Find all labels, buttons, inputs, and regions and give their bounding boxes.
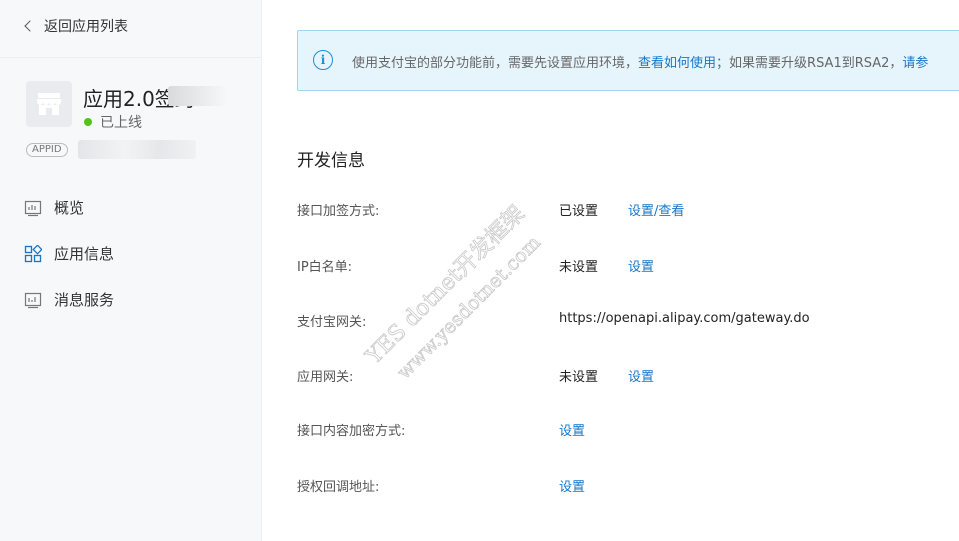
auth-callback-setup-link[interactable]: 设置 bbox=[559, 476, 585, 495]
row-label-app-gateway: 应用网关: bbox=[297, 370, 354, 385]
nav-label: 概览 bbox=[54, 199, 85, 217]
upgrade-rsa-link[interactable]: 请参 bbox=[902, 56, 928, 71]
sign-method-setup-link[interactable]: 设置/查看 bbox=[628, 200, 684, 219]
notice-text: 使用支付宝的部分功能前，需要先设置应用环境，查看如何使用；如果需要升级RSA1到… bbox=[352, 52, 928, 71]
nav-item-overview[interactable]: 概览 bbox=[24, 197, 84, 218]
notice-banner: i 使用支付宝的部分功能前，需要先设置应用环境，查看如何使用；如果需要升级RSA… bbox=[297, 30, 959, 91]
nav-label: 应用信息 bbox=[54, 245, 115, 263]
nav-item-message-service[interactable]: 消息服务 bbox=[24, 289, 114, 310]
row-label-ip-whitelist: IP白名单: bbox=[297, 260, 353, 275]
grid-icon bbox=[24, 244, 42, 262]
nav-label: 消息服务 bbox=[54, 291, 115, 309]
store-icon bbox=[26, 81, 72, 127]
app-gateway-setup-link[interactable]: 设置 bbox=[628, 366, 654, 385]
redacted-appid bbox=[78, 140, 196, 159]
row-label-auth-callback: 授权回调地址: bbox=[297, 480, 380, 495]
notice-text-middle: ；如果需要升级RSA1到RSA2， bbox=[716, 56, 903, 71]
section-title: 开发信息 bbox=[297, 151, 365, 171]
appid-badge: APPID bbox=[26, 143, 68, 157]
notice-text-prefix: 使用支付宝的部分功能前，需要先设置应用环境， bbox=[352, 56, 639, 71]
row-value-app-gateway: 未设置 bbox=[559, 370, 599, 385]
sidebar: 返回应用列表 应用2.0签约 已上线 APPID 概览 应用信息 消息服务 bbox=[0, 0, 262, 541]
row-label-content-encryption: 接口内容加密方式: bbox=[297, 424, 406, 439]
content-encryption-setup-link[interactable]: 设置 bbox=[559, 420, 585, 439]
ip-whitelist-setup-link[interactable]: 设置 bbox=[628, 256, 654, 275]
chart-icon bbox=[24, 200, 42, 216]
online-status-dot bbox=[84, 118, 92, 126]
back-to-app-list-link[interactable]: 返回应用列表 bbox=[24, 16, 128, 36]
status-label: 已上线 bbox=[100, 115, 142, 131]
message-chart-icon bbox=[24, 292, 42, 308]
row-label-alipay-gateway: 支付宝网关: bbox=[297, 315, 367, 330]
row-value-ip-whitelist: 未设置 bbox=[559, 260, 599, 275]
redacted-name bbox=[168, 86, 228, 106]
back-label: 返回应用列表 bbox=[44, 19, 128, 35]
app-status: 已上线 bbox=[84, 112, 142, 132]
row-value-sign-method: 已设置 bbox=[559, 204, 599, 219]
divider bbox=[0, 57, 262, 58]
chevron-left-icon bbox=[24, 20, 36, 32]
nav-item-app-info[interactable]: 应用信息 bbox=[24, 243, 114, 264]
row-label-sign-method: 接口加签方式: bbox=[297, 204, 380, 219]
how-to-use-link[interactable]: 查看如何使用 bbox=[638, 56, 716, 71]
main-content: i 使用支付宝的部分功能前，需要先设置应用环境，查看如何使用；如果需要升级RSA… bbox=[262, 0, 959, 541]
row-value-alipay-gateway: https://openapi.alipay.com/gateway.do bbox=[559, 311, 810, 326]
info-icon: i bbox=[313, 50, 333, 70]
